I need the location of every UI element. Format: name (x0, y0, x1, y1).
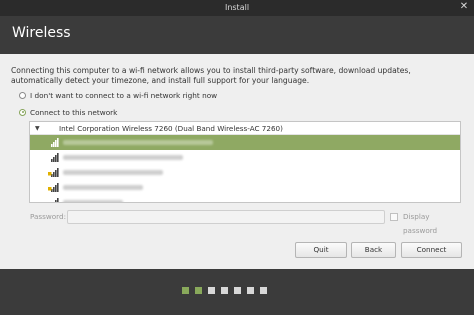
network-name (63, 155, 183, 160)
adapter-label: Intel Corporation Wireless 7260 (Dual Ba… (59, 124, 283, 133)
radio-no-connect-label: I don't want to connect to a wi-fi netwo… (30, 91, 218, 100)
window-title: Install (224, 3, 250, 12)
network-row[interactable] (30, 135, 460, 150)
content-panel: Connecting this computer to a wi-fi netw… (0, 54, 474, 269)
network-name (63, 140, 213, 145)
progress-dot (208, 287, 215, 294)
page-title: Wireless (12, 25, 71, 41)
page-header: Wireless (0, 16, 474, 54)
expander-triangle-icon[interactable]: ▼ (35, 122, 40, 135)
display-password-checkbox[interactable] (390, 213, 398, 221)
radio-no-connect-icon[interactable] (19, 91, 26, 99)
display-password-label: Display password (403, 212, 438, 235)
adapter-row[interactable]: ▼ Intel Corporation Wireless 7260 (Dual … (30, 122, 460, 135)
wifi-secure-icon (55, 198, 59, 202)
back-button[interactable]: Back (351, 242, 396, 258)
radio-connect-label: Connect to this network (30, 108, 118, 117)
password-row: Password: Display password (30, 210, 462, 235)
progress-dot (195, 287, 202, 294)
network-name (63, 200, 123, 202)
network-row[interactable] (30, 165, 460, 180)
password-label: Password: (30, 212, 66, 221)
connect-button[interactable]: Connect (401, 242, 462, 258)
progress-dot (260, 287, 267, 294)
radio-connect-icon[interactable] (19, 108, 26, 116)
radio-no-connect[interactable]: I don't want to connect to a wi-fi netwo… (19, 90, 217, 102)
wifi-secure-icon (48, 168, 59, 177)
title-bar: Install ✕ (0, 0, 474, 16)
quit-button[interactable]: Quit (295, 242, 347, 258)
installer-window: Install ✕ Wireless Connecting this compu… (0, 0, 474, 315)
wifi-signal-icon (51, 138, 59, 147)
network-row[interactable] (30, 180, 460, 195)
progress-dots (0, 269, 474, 315)
network-list[interactable]: ▼ Intel Corporation Wireless 7260 (Dual … (29, 121, 461, 203)
progress-dot (247, 287, 254, 294)
description-text: Connecting this computer to a wi-fi netw… (11, 66, 411, 85)
network-row[interactable] (30, 150, 460, 165)
password-field[interactable] (67, 210, 385, 224)
network-name (63, 170, 163, 175)
wifi-secure-icon (48, 183, 59, 192)
close-icon[interactable]: ✕ (458, 1, 470, 13)
progress-dot (234, 287, 241, 294)
radio-connect[interactable]: Connect to this network (19, 107, 117, 119)
wifi-signal-icon (51, 153, 59, 162)
progress-dot (221, 287, 228, 294)
network-row[interactable] (30, 195, 460, 202)
network-name (63, 185, 143, 190)
progress-dot (182, 287, 189, 294)
